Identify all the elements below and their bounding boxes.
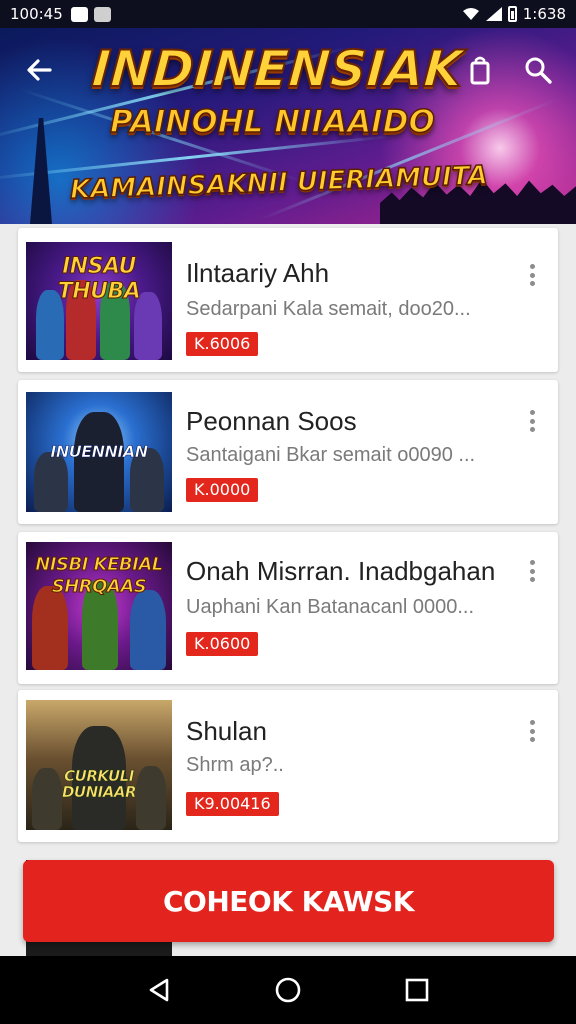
recents-square-icon[interactable]: [397, 970, 437, 1010]
list-item[interactable]: INSAU THUBA Ilntaariy Ahh Sedarpani Kala…: [18, 228, 558, 372]
list-item[interactable]: NISBI KEBIAL SHRQAAS Onah Misrran. Inadb…: [18, 532, 558, 684]
back-button[interactable]: [22, 52, 58, 88]
more-options-icon[interactable]: [520, 556, 544, 586]
thumbnail-title-art: CURKULI DUNIAAR: [61, 767, 137, 801]
check-out-button[interactable]: COHEOK KAWSK: [23, 860, 554, 942]
price-badge: K9.00416: [186, 792, 279, 816]
item-thumbnail[interactable]: INUENNIAN: [26, 392, 172, 512]
price-badge: K.0600: [186, 632, 259, 656]
item-title: Shulan: [186, 716, 267, 746]
item-subtitle: Uaphani Kan Batanacanl 0000...: [186, 596, 474, 618]
status-bar: 100:45 1:638: [0, 0, 576, 28]
item-thumbnail[interactable]: INSAU THUBA: [26, 242, 172, 360]
thumbnail-title-art: INUENNIAN: [50, 442, 148, 462]
item-title: Onah Misrran. Inadbgahan: [186, 556, 496, 586]
banner-title: INDINENSIAK: [89, 39, 466, 99]
item-thumbnail[interactable]: NISBI KEBIAL SHRQAAS: [26, 542, 172, 670]
list-item[interactable]: CURKULI DUNIAAR Shulan Shrm ap?.. K9.004…: [18, 690, 558, 842]
more-options-icon[interactable]: [520, 260, 544, 290]
home-circle-icon[interactable]: [268, 970, 308, 1010]
item-thumbnail[interactable]: CURKULI DUNIAAR: [26, 700, 172, 830]
more-options-icon[interactable]: [520, 716, 544, 746]
search-icon[interactable]: [520, 52, 556, 88]
thumbnail-title-art: INSAU THUBA: [57, 254, 141, 305]
signal-icon: [485, 7, 502, 21]
price-badge: K.0000: [186, 478, 259, 502]
system-nav-bar: [0, 956, 576, 1024]
status-battery-text: 1:638: [522, 5, 566, 23]
item-subtitle: Santaigani Bkar semait o0090 ...: [186, 444, 476, 466]
list-item[interactable]: INUENNIAN Peonnan Soos Santaigani Bkar s…: [18, 380, 558, 524]
price-badge: K.6006: [186, 332, 259, 356]
notification-icon: [70, 6, 88, 22]
item-subtitle: Shrm ap?..: [186, 754, 284, 776]
header-banner: INDINENSIAK PAINOHL NIIAAIDO KAMAINSAKNI…: [0, 28, 576, 224]
more-options-icon[interactable]: [520, 406, 544, 436]
app-notification-icon: [93, 6, 111, 22]
shopping-bag-icon[interactable]: [462, 52, 498, 88]
item-subtitle: Sedarpani Kala semait, doo20...: [186, 298, 471, 320]
thumbnail-title-art: NISBI KEBIAL SHRQAAS: [35, 554, 164, 598]
back-triangle-icon[interactable]: [139, 970, 179, 1010]
battery-icon: [507, 6, 517, 22]
wifi-icon: [462, 8, 479, 20]
item-title: Peonnan Soos: [186, 406, 357, 436]
status-time: 100:45: [10, 5, 63, 23]
banner-subtitle: PAINOHL NIIAAIDO: [109, 103, 435, 141]
item-title: Ilntaariy Ahh: [186, 258, 330, 288]
